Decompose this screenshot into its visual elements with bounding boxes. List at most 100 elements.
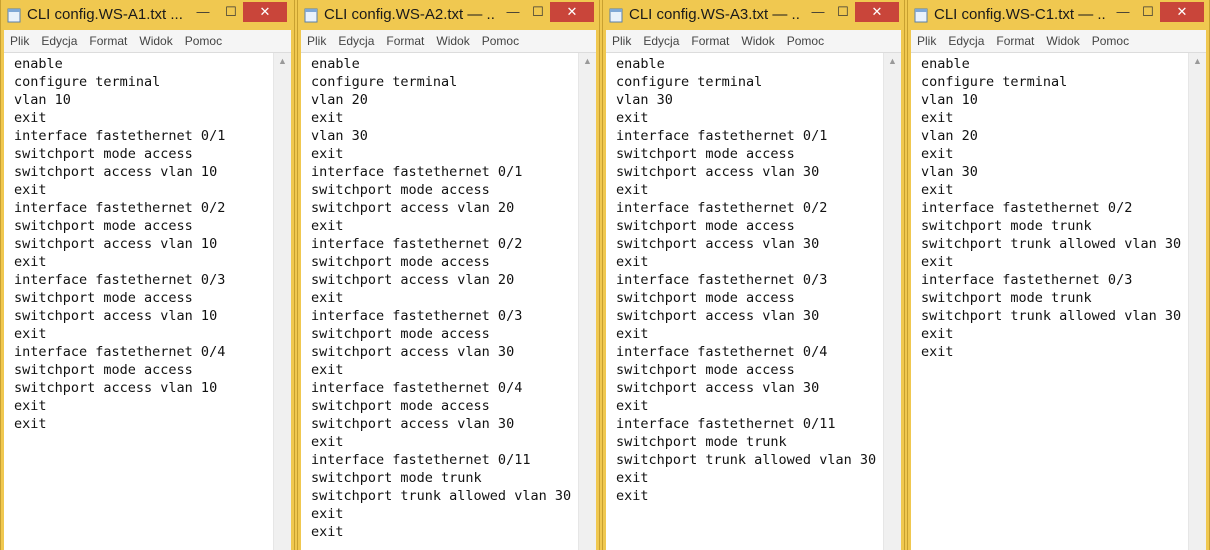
text-line: switchport access vlan 20	[311, 272, 515, 288]
text-line: switchport trunk allowed vlan 30	[616, 452, 877, 468]
text-line: configure terminal	[921, 74, 1068, 90]
menu-edit[interactable]: Edycja	[637, 30, 685, 52]
menu-file[interactable]: Plik	[911, 30, 942, 52]
text-line: switchport access vlan 10	[14, 380, 218, 396]
title-bar[interactable]: CLI config.WS-A2.txt — ... — ☐ ✕	[298, 0, 599, 30]
text-line: configure terminal	[14, 74, 161, 90]
menu-help[interactable]: Pomoc	[1086, 30, 1135, 52]
scroll-up-arrow-icon[interactable]: ▲	[884, 53, 901, 70]
text-line: switchport access vlan 10	[14, 164, 218, 180]
text-line: switchport mode access	[311, 398, 490, 414]
menu-file[interactable]: Plik	[4, 30, 35, 52]
close-button[interactable]: ✕	[243, 2, 287, 22]
vertical-scrollbar[interactable]: ▲	[883, 53, 901, 550]
file-content: enable configure terminal vlan 10 exit vlan …	[921, 55, 1188, 361]
text-line: enable	[311, 56, 360, 72]
maximize-button[interactable]: ☐	[528, 2, 548, 22]
notepad-icon	[609, 8, 623, 23]
scroll-up-arrow-icon[interactable]: ▲	[1189, 53, 1206, 70]
text-line: exit	[14, 326, 47, 342]
vertical-scrollbar[interactable]: ▲	[273, 53, 291, 550]
text-area[interactable]: enable configure terminal vlan 10 exit vlan …	[911, 52, 1206, 550]
maximize-button[interactable]: ☐	[1138, 2, 1158, 22]
menu-view[interactable]: Widok	[1040, 30, 1085, 52]
notepad-window-ws-c1[interactable]: CLI config.WS-C1.txt — ... — ☐ ✕ Plik Edy…	[907, 0, 1210, 550]
title-bar[interactable]: CLI config.WS-C1.txt — ... — ☐ ✕	[908, 0, 1209, 30]
scroll-up-arrow-icon[interactable]: ▲	[579, 53, 596, 70]
menu-bar: Plik Edycja Format Widok Pomoc	[606, 30, 901, 52]
text-line: vlan 20	[311, 92, 368, 108]
menu-help[interactable]: Pomoc	[179, 30, 228, 52]
text-line: switchport mode access	[616, 290, 795, 306]
minimize-button[interactable]: —	[193, 2, 213, 22]
minimize-button[interactable]: —	[808, 2, 828, 22]
notepad-window-ws-a3[interactable]: CLI config.WS-A3.txt — ... — ☐ ✕ Plik Edy…	[602, 0, 905, 550]
text-line: switchport mode access	[311, 182, 490, 198]
text-line: exit	[14, 254, 47, 270]
text-line: interface fastethernet 0/1	[311, 164, 523, 180]
text-line: exit	[14, 416, 47, 432]
text-area[interactable]: enable configure terminal vlan 20 exit vlan …	[301, 52, 596, 550]
text-area[interactable]: enable configure terminal vlan 30 exit inter…	[606, 52, 901, 550]
menu-format[interactable]: Format	[380, 30, 430, 52]
minimize-button[interactable]: —	[1113, 2, 1133, 22]
menu-format[interactable]: Format	[685, 30, 735, 52]
text-line: exit	[311, 362, 344, 378]
minimize-button[interactable]: —	[503, 2, 523, 22]
text-line: vlan 20	[921, 128, 978, 144]
text-line: switchport access vlan 30	[311, 344, 515, 360]
notepad-window-ws-a1[interactable]: CLI config.WS-A1.txt ... — ☐ ✕ Plik Edycj…	[0, 0, 295, 550]
text-line: switchport mode access	[616, 218, 795, 234]
text-line: exit	[616, 110, 649, 126]
text-line: interface fastethernet 0/3	[311, 308, 523, 324]
text-line: configure terminal	[616, 74, 763, 90]
menu-file[interactable]: Plik	[606, 30, 637, 52]
text-line: switchport access vlan 10	[14, 308, 218, 324]
title-bar[interactable]: CLI config.WS-A3.txt — ... — ☐ ✕	[603, 0, 904, 30]
text-line: switchport mode access	[616, 146, 795, 162]
text-line: switchport trunk allowed vlan 30	[921, 308, 1182, 324]
close-button[interactable]: ✕	[855, 2, 899, 22]
title-bar[interactable]: CLI config.WS-A1.txt ... — ☐ ✕	[1, 0, 294, 30]
menu-view[interactable]: Widok	[133, 30, 178, 52]
text-line: exit	[921, 254, 954, 270]
text-line: vlan 30	[616, 92, 673, 108]
menu-edit[interactable]: Edycja	[35, 30, 83, 52]
text-line: exit	[921, 146, 954, 162]
maximize-button[interactable]: ☐	[833, 2, 853, 22]
menu-file[interactable]: Plik	[301, 30, 332, 52]
menu-edit[interactable]: Edycja	[332, 30, 380, 52]
text-line: exit	[14, 182, 47, 198]
text-area[interactable]: enable configure terminal vlan 10 exit inter…	[4, 52, 291, 550]
text-line: switchport access vlan 30	[616, 236, 820, 252]
menu-help[interactable]: Pomoc	[476, 30, 525, 52]
window-title: CLI config.WS-A2.txt — ...	[324, 6, 496, 23]
menu-format[interactable]: Format	[990, 30, 1040, 52]
menu-help[interactable]: Pomoc	[781, 30, 830, 52]
maximize-button[interactable]: ☐	[221, 2, 241, 22]
menu-format[interactable]: Format	[83, 30, 133, 52]
file-content: enable configure terminal vlan 30 exit inter…	[616, 55, 883, 505]
menu-view[interactable]: Widok	[735, 30, 780, 52]
menu-bar: Plik Edycja Format Widok Pomoc	[911, 30, 1206, 52]
text-line: switchport trunk allowed vlan 30	[921, 236, 1182, 252]
menu-view[interactable]: Widok	[430, 30, 475, 52]
text-line: interface fastethernet 0/2	[616, 200, 828, 216]
vertical-scrollbar[interactable]: ▲	[578, 53, 596, 550]
text-line: switchport access vlan 10	[14, 236, 218, 252]
text-line: interface fastethernet 0/4	[616, 344, 828, 360]
text-line: switchport mode access	[616, 362, 795, 378]
close-button[interactable]: ✕	[1160, 2, 1204, 22]
notepad-window-ws-a2[interactable]: CLI config.WS-A2.txt — ... — ☐ ✕ Plik Edy…	[297, 0, 600, 550]
vertical-scrollbar[interactable]: ▲	[1188, 53, 1206, 550]
text-line: exit	[921, 182, 954, 198]
window-title: CLI config.WS-A3.txt — ...	[629, 6, 801, 23]
menu-edit[interactable]: Edycja	[942, 30, 990, 52]
text-line: exit	[616, 488, 649, 504]
scroll-up-arrow-icon[interactable]: ▲	[274, 53, 291, 70]
text-line: enable	[616, 56, 665, 72]
text-line: switchport mode access	[311, 326, 490, 342]
text-line: switchport trunk allowed vlan 30	[311, 488, 572, 504]
close-button[interactable]: ✕	[550, 2, 594, 22]
text-line: interface fastethernet 0/3	[616, 272, 828, 288]
